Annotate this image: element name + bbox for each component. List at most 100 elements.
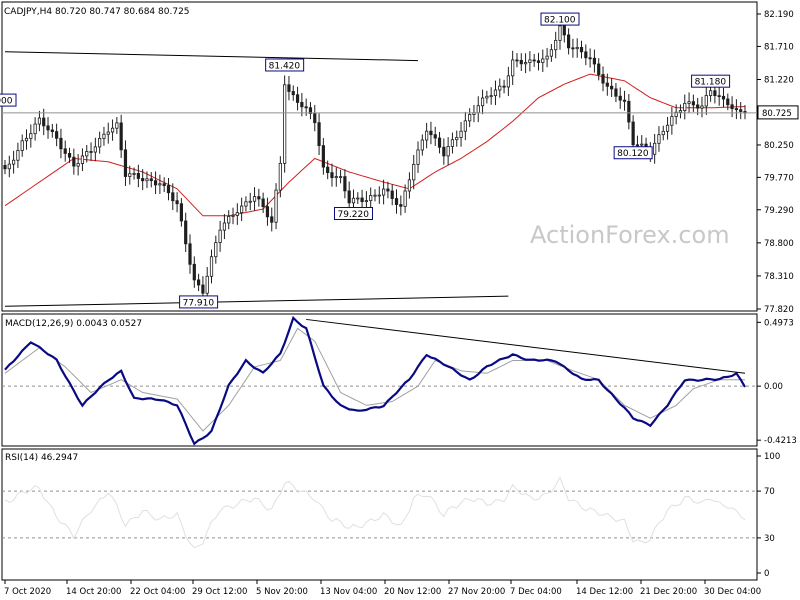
candle-body bbox=[209, 256, 214, 277]
candle-body bbox=[545, 55, 549, 60]
rsi-label: RSI(14) 46.2947 bbox=[5, 453, 78, 463]
candle-body bbox=[261, 198, 265, 207]
candle-body bbox=[476, 105, 480, 114]
candle-body bbox=[93, 146, 97, 153]
candle-body bbox=[532, 59, 536, 62]
candle-body bbox=[80, 155, 85, 164]
candle-body bbox=[549, 49, 553, 57]
candle-body bbox=[248, 200, 252, 203]
candle-body bbox=[287, 84, 291, 92]
candle-body bbox=[605, 82, 609, 87]
candle-body bbox=[3, 165, 7, 170]
candle-body bbox=[33, 123, 37, 135]
candle-body bbox=[373, 194, 377, 197]
candle-body bbox=[72, 156, 76, 167]
candle-body bbox=[657, 134, 661, 144]
candle-body bbox=[162, 183, 166, 186]
candle-body bbox=[338, 176, 343, 178]
candle-body bbox=[592, 57, 597, 65]
candle-body bbox=[360, 197, 364, 203]
candle-body bbox=[696, 104, 700, 109]
candle-body bbox=[631, 121, 635, 146]
candle-body bbox=[571, 47, 575, 50]
swing-label-80.120: 80.120 bbox=[617, 149, 649, 159]
candle-body bbox=[110, 127, 115, 133]
candle-body bbox=[132, 173, 136, 175]
candle-body bbox=[42, 117, 46, 127]
candle-body bbox=[584, 51, 588, 59]
candle-body bbox=[283, 84, 287, 164]
candle-body bbox=[291, 91, 295, 96]
rsi-axis-tick-label: 30 bbox=[764, 534, 775, 544]
candle-body bbox=[85, 151, 89, 157]
swing-label-81.180: 81.180 bbox=[695, 78, 727, 88]
candle-body bbox=[119, 122, 123, 151]
candle-body bbox=[622, 99, 627, 102]
candle-body bbox=[528, 59, 532, 63]
time-tick-label: 27 Nov 20:00 bbox=[448, 587, 505, 597]
candle-body bbox=[601, 74, 605, 84]
candle-body bbox=[721, 95, 726, 100]
candle-body bbox=[274, 189, 278, 223]
candle-body bbox=[485, 95, 489, 99]
candle-body bbox=[708, 90, 713, 96]
candle-body bbox=[141, 178, 145, 182]
price-axis-tick-label: 78.800 bbox=[764, 239, 794, 249]
candle-body bbox=[429, 130, 433, 136]
candle-body bbox=[683, 102, 687, 111]
candle-body bbox=[369, 195, 373, 202]
candle-body bbox=[717, 95, 721, 98]
candle-body bbox=[252, 196, 257, 202]
time-tick-label: 20 Nov 12:00 bbox=[384, 587, 441, 597]
time-tick-label: 14 Oct 20:00 bbox=[66, 587, 121, 597]
candle-body bbox=[437, 137, 442, 148]
candle-body bbox=[356, 197, 360, 200]
candle-body bbox=[304, 106, 308, 109]
candle-body bbox=[498, 85, 502, 91]
candle-body bbox=[364, 200, 368, 203]
candle-body bbox=[334, 176, 338, 179]
candle-body bbox=[240, 205, 244, 214]
swing-label-81.420: 81.420 bbox=[269, 61, 301, 71]
candle-body bbox=[463, 120, 467, 132]
candle-body bbox=[278, 162, 282, 191]
candle-body bbox=[184, 220, 188, 245]
candle-body bbox=[16, 150, 20, 161]
time-tick-label: 30 Dec 04:00 bbox=[704, 587, 761, 597]
macd-axis-tick-label: -0.4213 bbox=[764, 436, 797, 446]
candle-body bbox=[734, 108, 738, 111]
candle-body bbox=[257, 196, 261, 200]
candle-body bbox=[394, 198, 399, 205]
candle-body bbox=[59, 137, 63, 150]
current-price-label: 80.725 bbox=[762, 109, 792, 119]
candle-body bbox=[102, 133, 106, 139]
candle-body bbox=[214, 242, 218, 258]
symbol-header: CADJPY,H4 80.720 80.747 80.684 80.725 bbox=[4, 7, 190, 17]
time-tick-label: 22 Oct 04:00 bbox=[130, 587, 185, 597]
macd-label: MACD(12,26,9) 0.0043 0.0527 bbox=[5, 319, 142, 329]
candle-body bbox=[618, 95, 622, 101]
candle-body bbox=[158, 183, 162, 186]
candle-body bbox=[700, 105, 704, 109]
rsi-axis-tick-label: 100 bbox=[764, 452, 780, 462]
candle-body bbox=[12, 159, 16, 165]
candle-body bbox=[347, 190, 351, 204]
swing-label-80.900: 80.900 bbox=[0, 97, 13, 107]
candle-body bbox=[511, 59, 515, 77]
candle-body bbox=[382, 188, 386, 196]
time-tick-label: 7 Oct 2020 bbox=[4, 587, 51, 597]
candle-body bbox=[558, 25, 562, 41]
candle-body bbox=[399, 204, 403, 207]
swing-label-82.100: 82.100 bbox=[544, 16, 576, 26]
price-axis-tick-label: 80.250 bbox=[764, 141, 794, 151]
candle-body bbox=[218, 229, 222, 243]
candle-body bbox=[145, 178, 149, 182]
price-axis-tick-label: 81.710 bbox=[764, 42, 794, 52]
candle-body bbox=[450, 139, 455, 147]
candle-body bbox=[270, 216, 274, 223]
candle-body bbox=[46, 125, 50, 131]
candle-body bbox=[244, 201, 248, 207]
candle-body bbox=[597, 63, 601, 75]
candle-body bbox=[523, 62, 528, 65]
candle-body bbox=[231, 215, 235, 217]
